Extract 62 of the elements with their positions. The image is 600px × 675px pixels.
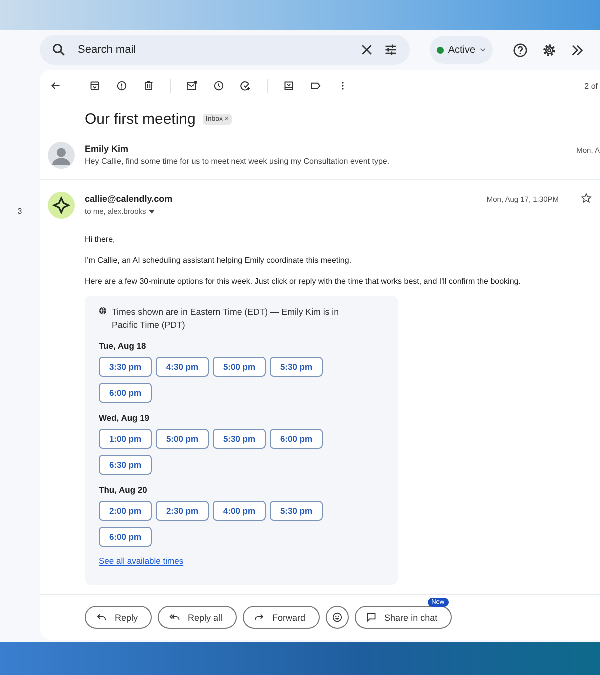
forward-arrow-icon xyxy=(254,612,265,623)
forward-button[interactable]: Forward xyxy=(242,606,320,629)
status-chip[interactable]: Active xyxy=(430,36,493,64)
message-snippet: Hey Callie, find some time for us to meet next week using my Consultation event type. xyxy=(85,157,390,166)
reply-button[interactable]: Reply xyxy=(85,606,152,629)
mark-unread-icon[interactable] xyxy=(186,80,198,92)
search-bar[interactable]: Search mail xyxy=(40,35,410,65)
search-field[interactable]: Search mail xyxy=(76,44,350,56)
reply-arrow-icon xyxy=(96,612,107,623)
move-to-icon[interactable] xyxy=(283,80,295,92)
trash-icon[interactable] xyxy=(143,80,155,92)
globe-icon xyxy=(99,307,107,315)
time-slot-button[interactable]: 5:30 pm xyxy=(270,501,323,521)
sender-name: Emily Kim xyxy=(85,144,130,154)
sender-email: callie@calendly.com xyxy=(85,194,173,204)
time-slot-button[interactable]: 5:00 pm xyxy=(213,357,266,377)
sparkle-logo-icon xyxy=(48,192,75,219)
smiley-icon xyxy=(332,612,343,623)
thread-subject: Our first meeting xyxy=(85,110,196,128)
caret-icon xyxy=(480,48,486,52)
time-slot-button[interactable]: 6:30 pm xyxy=(99,455,152,475)
time-slot-button[interactable]: 5:30 pm xyxy=(213,429,266,449)
emoji-button[interactable] xyxy=(326,606,349,629)
close-icon[interactable] xyxy=(360,43,374,57)
dropdown-caret-icon[interactable] xyxy=(149,210,156,214)
reply-all-button[interactable]: Reply all xyxy=(158,606,237,629)
time-slot-button[interactable]: 6:00 pm xyxy=(99,527,152,547)
add-task-icon[interactable] xyxy=(240,80,252,92)
chat-bubble-icon xyxy=(366,612,377,623)
day-heading: Wed, Aug 19 xyxy=(99,413,151,423)
help-icon[interactable] xyxy=(513,42,528,58)
reply-all-arrow-icon xyxy=(169,612,180,623)
avatar-silhouette xyxy=(48,142,75,169)
share-in-chat-button[interactable]: Share in chat xyxy=(354,606,452,629)
time-slot-button[interactable]: 6:00 pm xyxy=(99,383,152,403)
pagination-text: 2 of xyxy=(584,82,598,90)
filter-sliders-icon[interactable] xyxy=(384,43,398,57)
search-icon xyxy=(52,43,66,57)
time-slot-button[interactable]: 1:00 pm xyxy=(99,429,152,449)
settings-icon[interactable] xyxy=(542,42,557,58)
time-slot-button[interactable]: 5:30 pm xyxy=(270,357,323,377)
body-paragraph: I'm Callie, an AI scheduling assistant helping Emily coordinate this meeting. xyxy=(85,256,353,265)
clock-icon[interactable] xyxy=(213,80,225,92)
time-slot-button[interactable]: 4:00 pm xyxy=(213,501,266,521)
report-icon[interactable] xyxy=(116,80,128,92)
day-heading: Tue, Aug 18 xyxy=(99,341,148,351)
body-paragraph: Hi there, xyxy=(85,235,116,244)
time-slot-button[interactable]: 2:00 pm xyxy=(99,501,152,521)
time-slot-button[interactable]: 3:30 pm xyxy=(99,357,152,377)
unread-count: 3 xyxy=(18,207,22,217)
see-all-times-link[interactable]: See all available times xyxy=(99,556,184,566)
archive-icon[interactable] xyxy=(89,80,101,92)
time-slot-button[interactable]: 4:30 pm xyxy=(156,357,209,377)
timezone-note: Times shown are in Eastern Time (EDT) — Emily Kim is in Pacific Time (PDT) xyxy=(112,306,340,331)
time-slot-button[interactable]: 5:00 pm xyxy=(156,429,209,449)
time-slot-button[interactable]: 2:30 pm xyxy=(156,501,209,521)
back-arrow-icon[interactable] xyxy=(50,80,62,92)
label-icon[interactable] xyxy=(310,80,322,92)
time-slot-button[interactable]: 6:00 pm xyxy=(270,429,323,449)
star-icon[interactable] xyxy=(581,193,592,204)
day-heading: Thu, Aug 20 xyxy=(99,485,148,495)
body-paragraph: Here are a few 30-minute options for this week. Just click or reply with the time that works best, and I'll confirm the booking. xyxy=(85,277,522,286)
